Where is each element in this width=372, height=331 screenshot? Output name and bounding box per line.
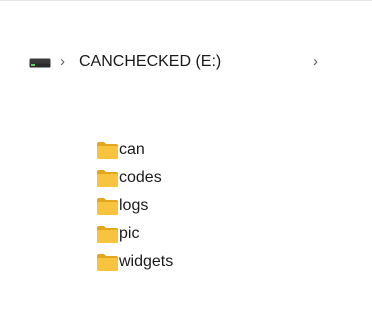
chevron-right-icon[interactable]: › xyxy=(313,52,318,72)
folder-label: pic xyxy=(119,225,140,242)
chevron-right-icon[interactable]: › xyxy=(60,52,65,72)
breadcrumb-drive[interactable]: CANCHECKED (E:) xyxy=(79,51,221,73)
folder-icon xyxy=(97,254,118,271)
folder-icon xyxy=(97,198,118,215)
folder-label: codes xyxy=(119,169,162,186)
folder-item-widgets[interactable]: widgets xyxy=(97,249,297,277)
folder-icon xyxy=(97,170,118,187)
folder-label: widgets xyxy=(119,253,174,270)
folder-list: can codes logs pic widgets xyxy=(97,137,297,277)
address-bar: › CANCHECKED (E:) › xyxy=(0,0,372,122)
folder-icon xyxy=(97,142,118,159)
folder-label: can xyxy=(119,141,145,158)
folder-label: logs xyxy=(119,197,149,214)
folder-item-logs[interactable]: logs xyxy=(97,193,297,221)
folder-icon xyxy=(97,226,118,243)
folder-item-pic[interactable]: pic xyxy=(97,221,297,249)
explorer-window: › CANCHECKED (E:) › can codes logs pic w… xyxy=(0,0,372,331)
folder-item-codes[interactable]: codes xyxy=(97,165,297,193)
drive-icon[interactable] xyxy=(29,58,51,68)
folder-item-can[interactable]: can xyxy=(97,137,297,165)
